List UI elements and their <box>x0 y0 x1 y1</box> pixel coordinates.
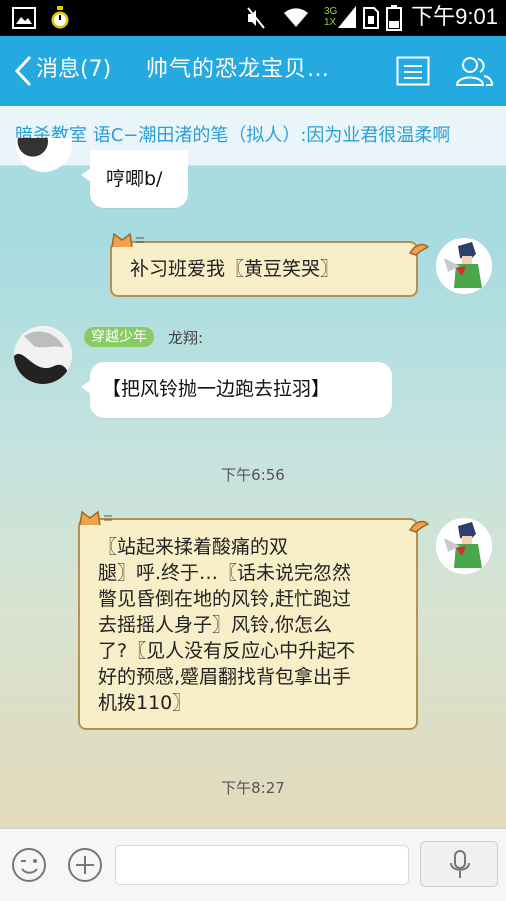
microphone-icon <box>450 850 470 878</box>
signal-icon <box>338 6 356 28</box>
message-line: 瞥见昏倒在地的风铃,赶忙跑过 <box>98 588 352 610</box>
avatar-self-image <box>436 518 492 574</box>
avatar-partial[interactable] <box>16 138 72 172</box>
back-button[interactable]: 消息(7) <box>36 55 111 85</box>
group-notice-banner[interactable]: 暗杀教室 语C−潮田渚的笔（拟人）:因为业君很温柔啊 <box>0 106 506 166</box>
message-line: 腿〗呼.终于…〖话未说完忽然 <box>98 562 352 584</box>
battery-icon <box>386 5 402 31</box>
input-bar <box>0 828 506 901</box>
avatar-self-image <box>436 238 492 294</box>
cat-ear-icon <box>79 510 112 526</box>
avatar-self[interactable] <box>436 238 492 294</box>
message-line: 了?〖见人没有反应心中升起不 <box>98 640 356 662</box>
back-icon[interactable] <box>12 54 34 88</box>
message-text-4: 〖站起来揉着酸痛的双 腿〗呼.终于…〖话未说完忽然 瞥见昏倒在地的风铃,赶忙跑过… <box>98 534 355 716</box>
cat-ear-icon <box>111 232 144 248</box>
message-bubble-3[interactable]: 【把风铃抛一边跑去拉羽】 <box>81 362 392 418</box>
plus-icon[interactable] <box>67 847 103 883</box>
member-title-badge: 穿越少年 <box>84 327 154 347</box>
message-bubble-4[interactable]: 〖站起来揉着酸痛的双 腿〗呼.终于…〖话未说完忽然 瞥见昏倒在地的风铃,赶忙跑过… <box>78 518 418 730</box>
mute-icon <box>247 7 265 29</box>
avatar-sender[interactable] <box>14 326 72 384</box>
message-line: 〖站起来揉着酸痛的双 <box>98 536 289 558</box>
status-bar: 3G 1X 下午9:01 <box>0 0 506 36</box>
wifi-icon <box>284 8 308 27</box>
emoji-icon[interactable] <box>11 847 47 883</box>
message-bubble-1[interactable]: 哼唧b/ <box>81 150 188 208</box>
cat-tail-icon <box>408 520 430 533</box>
status-time: 下午9:01 <box>411 4 498 29</box>
message-text-2: 补习班爱我〖黄豆笑哭〗 <box>130 258 340 280</box>
message-input[interactable] <box>115 845 409 885</box>
avatar-self[interactable] <box>436 518 492 574</box>
message-bubble-2[interactable]: 补习班爱我〖黄豆笑哭〗 <box>110 241 418 297</box>
sender-name[interactable]: 龙翔: <box>168 328 203 348</box>
message-line: 机拨110〗 <box>98 692 192 714</box>
chat-title: 帅气的恐龙宝贝… <box>146 57 331 82</box>
timestamp: 下午6:56 <box>221 466 285 484</box>
image-icon <box>12 7 36 29</box>
sim-icon <box>363 7 379 29</box>
timer-icon <box>50 6 70 30</box>
message-text-1: 哼唧b/ <box>106 168 163 190</box>
voice-button[interactable] <box>420 841 498 887</box>
message-line: 好的预感,蹙眉翻找背包拿出手 <box>98 666 352 688</box>
avatar-sender-image <box>14 326 72 384</box>
timestamp: 下午8:27 <box>221 779 285 797</box>
cat-tail-icon <box>408 243 430 256</box>
group-members-icon[interactable] <box>454 54 494 88</box>
title-bar: 消息(7) 帅气的恐龙宝贝… <box>0 36 506 106</box>
message-line: 去摇摇人身子〗风铃,你怎么 <box>98 614 333 636</box>
message-text-3: 【把风铃抛一边跑去拉羽】 <box>102 378 331 400</box>
menu-icon[interactable] <box>396 56 430 86</box>
